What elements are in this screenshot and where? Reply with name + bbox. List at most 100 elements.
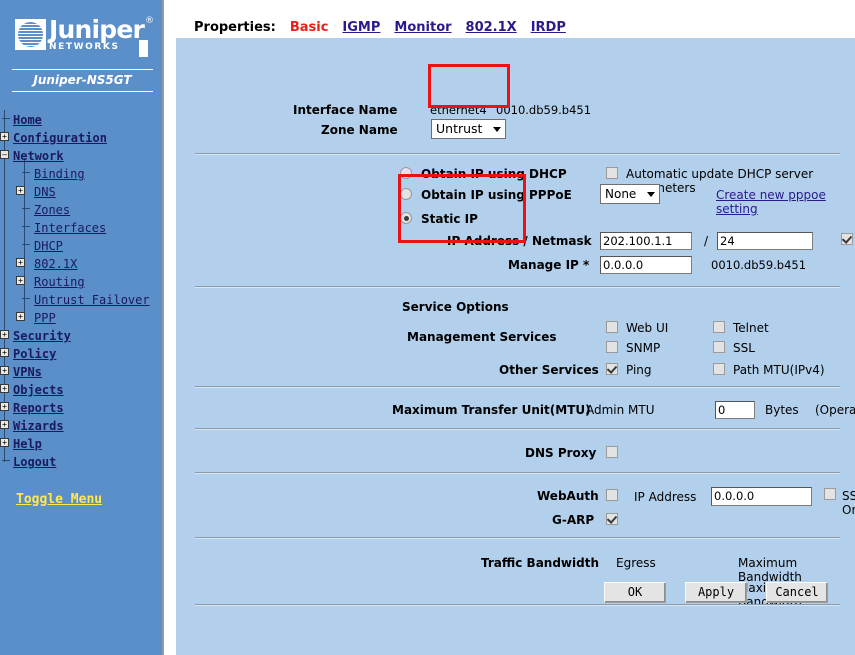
chevron-down-icon [647,192,655,197]
toggle-menu-link[interactable]: Toggle Menu [16,492,102,507]
sidebar-item-configuration[interactable]: + Configuration [0,128,162,146]
tab-igmp[interactable]: IGMP [342,20,380,35]
sidebar-item-network[interactable]: – Network [0,146,162,164]
sidebar-item-dns[interactable]: + DNS [0,182,162,200]
service-snmp-checkbox[interactable] [606,341,618,353]
expand-icon[interactable]: + [16,312,25,321]
mtu-note: (Operating MTU: 1500; Default MTU: 1500) [815,403,855,417]
logo-registered-mark: ® [145,16,154,26]
sidebar-item-interfaces[interactable]: Interfaces [0,218,162,236]
sidebar-item-logout[interactable]: Logout [0,452,162,470]
manageable-checkbox[interactable] [841,233,853,245]
expand-icon[interactable]: + [0,330,9,339]
manage-ip-input[interactable]: 0.0.0.0 [600,256,692,274]
service-ping-checkbox[interactable] [606,363,618,375]
juniper-logo-icon [15,19,46,50]
webauth-label: WebAuth [537,489,599,503]
logo-sub-wordmark: NETWORKS [49,42,120,52]
dns-proxy-label: DNS Proxy [525,446,597,460]
expand-icon[interactable]: + [0,348,9,357]
sidebar-item-zones[interactable]: Zones [0,200,162,218]
obtain-ip-dhcp-radio[interactable] [400,167,412,179]
obtain-ip-pppoe-radio[interactable] [400,188,412,200]
expand-icon[interactable]: + [16,186,25,195]
ok-button[interactable]: OK [604,582,666,603]
sidebar-item-802-1x[interactable]: +802.1X [0,254,162,272]
sidebar-item-label: Routing [34,275,85,289]
service-ping-label: Ping [626,363,652,377]
expand-icon[interactable]: + [0,438,9,447]
other-services-label: Other Services [499,363,599,377]
dns-proxy-checkbox[interactable] [606,446,618,458]
create-pppoe-setting-link[interactable]: Create new pppoe setting [716,188,855,216]
sidebar-item-wizards[interactable]: + Wizards [0,416,162,434]
ip-netmask-label: IP Address / Netmask [447,234,592,248]
webauth-checkbox[interactable] [606,489,618,501]
sidebar-item-policy[interactable]: + Policy [0,344,162,362]
sidebar-item-vpns[interactable]: + VPNs [0,362,162,380]
expand-icon[interactable]: + [0,132,9,141]
service-snmp-label: SNMP [626,341,661,355]
expand-icon[interactable]: + [0,402,9,411]
divider-traffic-bandwidth [195,537,840,539]
static-ip-radio[interactable] [400,212,412,224]
sidebar-item-dhcp[interactable]: DHCP [0,236,162,254]
zone-name-select[interactable]: Untrust [431,119,506,139]
sidebar-item-security[interactable]: + Security [0,326,162,344]
expand-icon[interactable]: + [0,384,9,393]
tab-802-1x[interactable]: 802.1X [466,20,517,35]
webauth-ssl-only-checkbox[interactable] [824,488,836,500]
sidebar-item-label: Interfaces [34,221,107,235]
sidebar-item-routing[interactable]: + Routing [0,272,162,290]
apply-button[interactable]: Apply [685,582,747,603]
service-path-mtu-checkbox[interactable] [713,363,725,375]
sidebar-item-help[interactable]: + Help [0,434,162,452]
netmask-input[interactable]: 24 [717,232,813,250]
service-ssl-checkbox[interactable] [713,341,725,353]
ip-address-input[interactable]: 202.100.1.1 [600,232,692,250]
admin-mtu-label: Admin MTU [586,403,655,417]
sidebar-item-objects[interactable]: + Objects [0,380,162,398]
sidebar-item-label: Reports [13,401,64,415]
garp-checkbox[interactable] [606,513,618,525]
tab-monitor[interactable]: Monitor [394,20,451,35]
webauth-ip-input[interactable]: 0.0.0.0 [711,487,812,506]
expand-icon[interactable]: + [0,366,9,375]
nav-branch-tick [22,226,30,227]
sidebar-item-home[interactable]: Home [0,110,162,128]
service-ssl-label: SSL [733,341,755,355]
sidebar-item-label: Binding [34,167,85,181]
service-options-heading: Service Options [402,300,509,314]
admin-mtu-input[interactable]: 0 [715,401,755,419]
auto-update-dhcp-checkbox[interactable] [606,167,618,179]
expand-icon[interactable]: + [0,420,9,429]
service-telnet-checkbox[interactable] [713,321,725,333]
properties-tabbar: Properties: Basic IGMP Monitor 802.1X IRDP [166,0,855,38]
service-telnet-label: Telnet [733,321,769,335]
service-webui-label: Web UI [626,321,669,335]
properties-label: Properties: [194,20,276,35]
sidebar-item-binding[interactable]: Binding [0,164,162,182]
sidebar-item-reports[interactable]: + Reports [0,398,162,416]
sidebar-item-label: VPNs [13,365,42,379]
sidebar-item-label: Wizards [13,419,64,433]
sidebar-item-ppp[interactable]: + PPP [0,308,162,326]
egress-label: Egress [616,556,656,570]
nav-branch-tick [22,172,30,173]
obtain-ip-pppoe-label: Obtain IP using PPPoE [421,188,572,202]
expand-icon[interactable]: + [16,276,25,285]
manage-ip-mac-address: 0010.db59.b451 [711,258,807,272]
service-webui-checkbox[interactable] [606,321,618,333]
sidebar-item-label: Logout [13,455,57,469]
nav-branch-tick [22,298,30,299]
sidebar-item-label: Untrust Failover [34,293,150,307]
expand-icon[interactable]: + [16,258,25,267]
tab-basic[interactable]: Basic [290,20,329,35]
collapse-icon[interactable]: – [0,150,9,159]
cancel-button[interactable]: Cancel [766,582,828,603]
tab-irdp[interactable]: IRDP [531,20,566,35]
sidebar-item-label: 802.1X [34,257,78,271]
sidebar-item-untrust-failover[interactable]: Untrust Failover [0,290,162,308]
sidebar-item-label: Configuration [13,131,107,145]
pppoe-profile-select[interactable]: None [600,184,660,204]
